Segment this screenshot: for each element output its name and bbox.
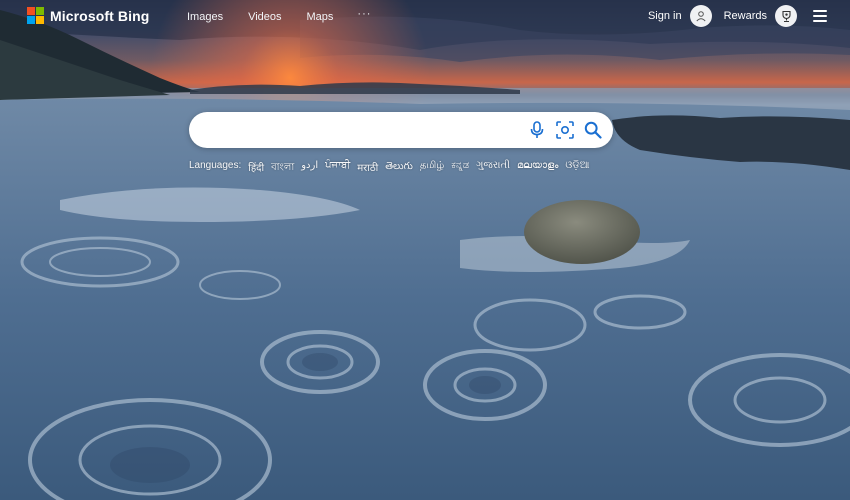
- sign-in-label: Sign in: [647, 10, 682, 22]
- language-link-urdu[interactable]: اردو: [301, 160, 318, 177]
- logo-green-square: [36, 7, 44, 15]
- search-icon[interactable]: [584, 121, 602, 139]
- microsoft-logo-icon: [27, 7, 44, 24]
- languages-label: Languages:: [189, 160, 242, 171]
- language-link-odia[interactable]: ଓଡ଼ିଆ: [565, 160, 589, 177]
- language-link-bangla[interactable]: বাংলা: [271, 160, 294, 177]
- sign-in-button[interactable]: Sign in: [648, 5, 712, 27]
- search-box: [189, 112, 613, 150]
- hamburger-icon[interactable]: [813, 10, 827, 22]
- microphone-icon[interactable]: [528, 121, 546, 139]
- background-image: [0, 0, 850, 500]
- language-link-hindi[interactable]: हिंदी: [248, 160, 264, 177]
- menu-line: [813, 10, 827, 12]
- language-link-marathi[interactable]: मराठी: [357, 160, 378, 177]
- languages-bar: Languages: हिंदी বাংলা اردو ਪੰਜਾਬੀ मराठी…: [189, 160, 589, 177]
- person-icon: [689, 5, 712, 27]
- nav-images[interactable]: Images: [187, 11, 223, 23]
- language-link-malayalam[interactable]: മലയാളം: [517, 160, 558, 177]
- logo-red-square: [27, 7, 35, 15]
- trophy-icon: [775, 5, 797, 27]
- language-link-gujarati[interactable]: ગુજરાતી: [476, 160, 510, 177]
- header-bar: Microsoft Bing Images Videos Maps ··· Si…: [0, 0, 850, 34]
- logo-yellow-square: [36, 16, 44, 24]
- nav-more[interactable]: ···: [357, 8, 371, 23]
- top-nav: Images Videos Maps ···: [187, 8, 371, 23]
- language-link-tamil[interactable]: தமிழ்: [420, 160, 444, 177]
- language-link-telugu[interactable]: తెలుగు: [385, 160, 413, 177]
- header-actions: Sign in Rewards: [648, 5, 827, 27]
- camera-search-icon[interactable]: [556, 121, 574, 139]
- menu-line: [813, 20, 827, 22]
- nav-maps[interactable]: Maps: [307, 11, 334, 23]
- nav-videos[interactable]: Videos: [248, 11, 281, 23]
- bing-logo[interactable]: Microsoft Bing: [27, 7, 149, 24]
- search-input[interactable]: [205, 112, 529, 150]
- brand-name: Microsoft Bing: [50, 7, 150, 24]
- search-box-icons: [528, 121, 602, 139]
- logo-blue-square: [27, 16, 35, 24]
- language-link-punjabi[interactable]: ਪੰਜਾਬੀ: [325, 160, 350, 177]
- language-link-kannada[interactable]: ಕನ್ನಡ: [451, 160, 469, 177]
- rewards-button[interactable]: Rewards: [724, 5, 797, 27]
- menu-line: [813, 15, 827, 17]
- rewards-label: Rewards: [723, 10, 767, 22]
